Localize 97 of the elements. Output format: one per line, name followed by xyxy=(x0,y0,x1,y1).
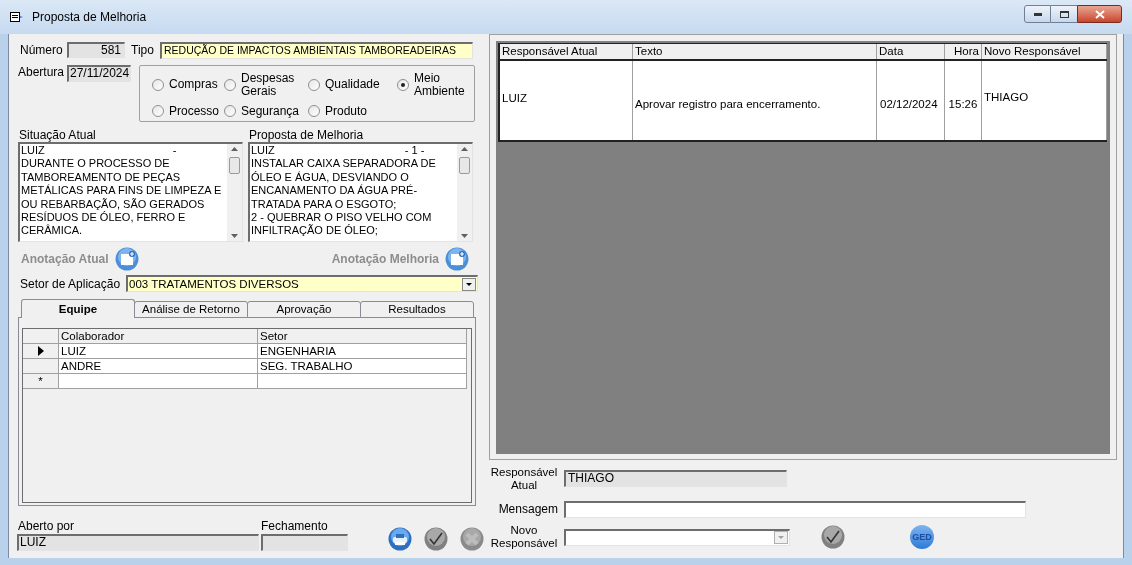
note-add-icon[interactable] xyxy=(445,247,469,271)
date-field: 27/11/2024 xyxy=(67,65,131,82)
note-line: CERÂMICA. xyxy=(21,224,84,238)
column-header[interactable]: Setor xyxy=(258,329,467,344)
scroll-down-icon[interactable] xyxy=(231,234,238,238)
sector-dropdown[interactable]: 003 TRATAMENTOS DIVERSOS xyxy=(126,275,478,292)
note-add-icon[interactable] xyxy=(114,247,139,271)
field-label: Número xyxy=(20,42,64,59)
tab[interactable]: Equipe xyxy=(21,299,135,318)
column-header[interactable]: Data xyxy=(877,44,945,59)
note-line: METÁLICAS PARA FINS DE LIMPEZA E xyxy=(21,184,223,198)
note-line: INFILTRAÇÃO DE ÓLEO; xyxy=(251,224,379,238)
column-header[interactable]: Novo Responsável xyxy=(982,44,1107,59)
table-cell: LUIZ xyxy=(500,61,633,140)
table-cell: Aprovar registro para encerramento. xyxy=(633,61,877,140)
table-cell: ANDRE xyxy=(59,359,258,374)
field-label: Novo Responsável xyxy=(490,524,558,550)
new-owner-dropdown[interactable] xyxy=(564,528,790,546)
tab[interactable]: Aprovação xyxy=(247,301,361,318)
scrollbar[interactable] xyxy=(227,144,242,241)
confirm-button[interactable] xyxy=(821,525,845,549)
scroll-thumb[interactable] xyxy=(459,156,470,174)
table-cell: 02/12/2024 xyxy=(877,61,945,140)
table-cell: SEG. TRABALHO xyxy=(258,359,467,374)
scroll-down-icon[interactable] xyxy=(461,234,468,238)
radio-button[interactable] xyxy=(224,105,236,117)
text-area[interactable]: LUIZ - DURANTE O PROCESSO DE TAMBOREAMENTO DE PEÇAS METÁLICAS PARA FINS DE LIMPEZA E OU REBARBAÇÃO, SÃO GERADOS RESÍDUOS DE ÓLEO, FERRO E CERÂMICA. xyxy=(18,142,243,242)
table-cell: THIAGO xyxy=(982,61,1107,140)
radio-label: Processo xyxy=(169,104,221,118)
radio-label: Meio Ambiente xyxy=(414,71,466,98)
tab[interactable]: Resultados xyxy=(360,301,474,318)
field-label: Proposta de Melhoria xyxy=(249,128,365,142)
row-header[interactable] xyxy=(23,344,59,359)
field-label: Fechamento xyxy=(261,519,329,533)
table-cell: LUIZ xyxy=(59,344,258,359)
field-label: Setor de Aplicação xyxy=(20,275,122,293)
note-marker: - 1 - xyxy=(404,144,425,158)
scrollbar[interactable] xyxy=(457,144,472,241)
radio-label: Produto xyxy=(325,104,369,118)
table-cell: 15:26 xyxy=(945,61,982,140)
text-area[interactable]: LUIZ - 1 - INSTALAR CAIXA SEPARADORA DE ÓLEO E ÁGUA, DESVIANDO O ENCANAMENTO DA ÁGUA PRÉ- TRATADA PARA O ESGOTO; 2 - QUEBRAR O PISO VELHO COM INFILTRAÇÃO DE ÓLEO; xyxy=(248,142,473,242)
note-line: ENCANAMENTO DA ÁGUA PRÉ- xyxy=(251,184,419,198)
radio-button[interactable] xyxy=(152,78,164,91)
current-row-icon xyxy=(37,346,44,356)
close-button[interactable] xyxy=(1077,5,1122,23)
column-header[interactable]: Colaborador xyxy=(59,329,258,344)
close-icon xyxy=(1094,9,1105,19)
annotation-label: Anotação Atual xyxy=(21,251,109,268)
note-line: INSTALAR CAIXA SEPARADORA DE xyxy=(251,157,437,171)
note-author: LUIZ xyxy=(21,144,45,158)
note-line: 2 - QUEBRAR O PISO VELHO COM xyxy=(251,211,433,225)
field-label: Abertura xyxy=(18,65,66,81)
radio-label: Segurança xyxy=(241,104,301,118)
note-line: DURANTE O PROCESSO DE xyxy=(21,157,171,171)
message-field[interactable] xyxy=(564,501,1026,518)
note-line: RESÍDUOS DE ÓLEO, FERRO E xyxy=(21,211,187,224)
confirm-button[interactable] xyxy=(424,527,448,551)
window-icon xyxy=(10,11,24,23)
field-label: Aberto por xyxy=(18,519,76,533)
table-cell: ENGENHARIA xyxy=(258,344,467,359)
number-field: 581 xyxy=(67,42,125,58)
cancel-button[interactable] xyxy=(460,527,484,551)
radio-label: Despesas Gerais xyxy=(241,71,296,98)
radio-label: Qualidade xyxy=(325,78,381,91)
minimize-button[interactable] xyxy=(1024,5,1051,23)
new-row-marker: * xyxy=(23,374,59,389)
radio-label: Compras xyxy=(169,78,219,91)
note-line: OU REBARBAÇÃO, SÃO GERADOS xyxy=(21,197,206,211)
scroll-up-icon[interactable] xyxy=(461,147,468,151)
window-title: Proposta de Melhoria xyxy=(32,9,147,26)
opened-by-field: LUIZ xyxy=(17,534,259,551)
type-field[interactable]: REDUÇÃO DE IMPACTOS AMBIENTAIS TAMBOREADEIRAS xyxy=(160,41,473,59)
radio-button[interactable] xyxy=(397,78,409,91)
radio-button[interactable] xyxy=(224,78,236,91)
minimize-icon xyxy=(1033,12,1042,16)
note-author: LUIZ xyxy=(251,144,275,158)
print-button[interactable] xyxy=(388,527,412,551)
radio-button[interactable] xyxy=(308,78,320,91)
field-label: Tipo xyxy=(131,42,155,59)
note-line: TAMBOREAMENTO DE PEÇAS xyxy=(21,170,182,184)
field-label: Situação Atual xyxy=(19,128,97,142)
note-marker: - xyxy=(172,144,177,158)
radio-button[interactable] xyxy=(152,105,164,117)
maximize-button[interactable] xyxy=(1051,5,1077,23)
column-header[interactable]: Texto xyxy=(633,44,877,59)
scroll-up-icon[interactable] xyxy=(231,147,238,151)
field-label: Mensagem xyxy=(497,503,558,516)
current-owner-field: THIAGO xyxy=(564,470,787,487)
annotation-label: Anotação Melhoria xyxy=(331,251,439,268)
scroll-thumb[interactable] xyxy=(229,156,240,174)
note-line: TRATADA PARA O ESGOTO; xyxy=(251,197,398,212)
radio-button[interactable] xyxy=(308,105,320,117)
note-line: ÓLEO E ÁGUA, DESVIANDO O xyxy=(251,170,410,184)
field-label: Responsável Atual xyxy=(490,466,558,492)
column-header[interactable]: Hora xyxy=(945,44,982,59)
column-header[interactable]: Responsável Atual xyxy=(500,44,633,59)
maximize-icon xyxy=(1059,10,1069,18)
